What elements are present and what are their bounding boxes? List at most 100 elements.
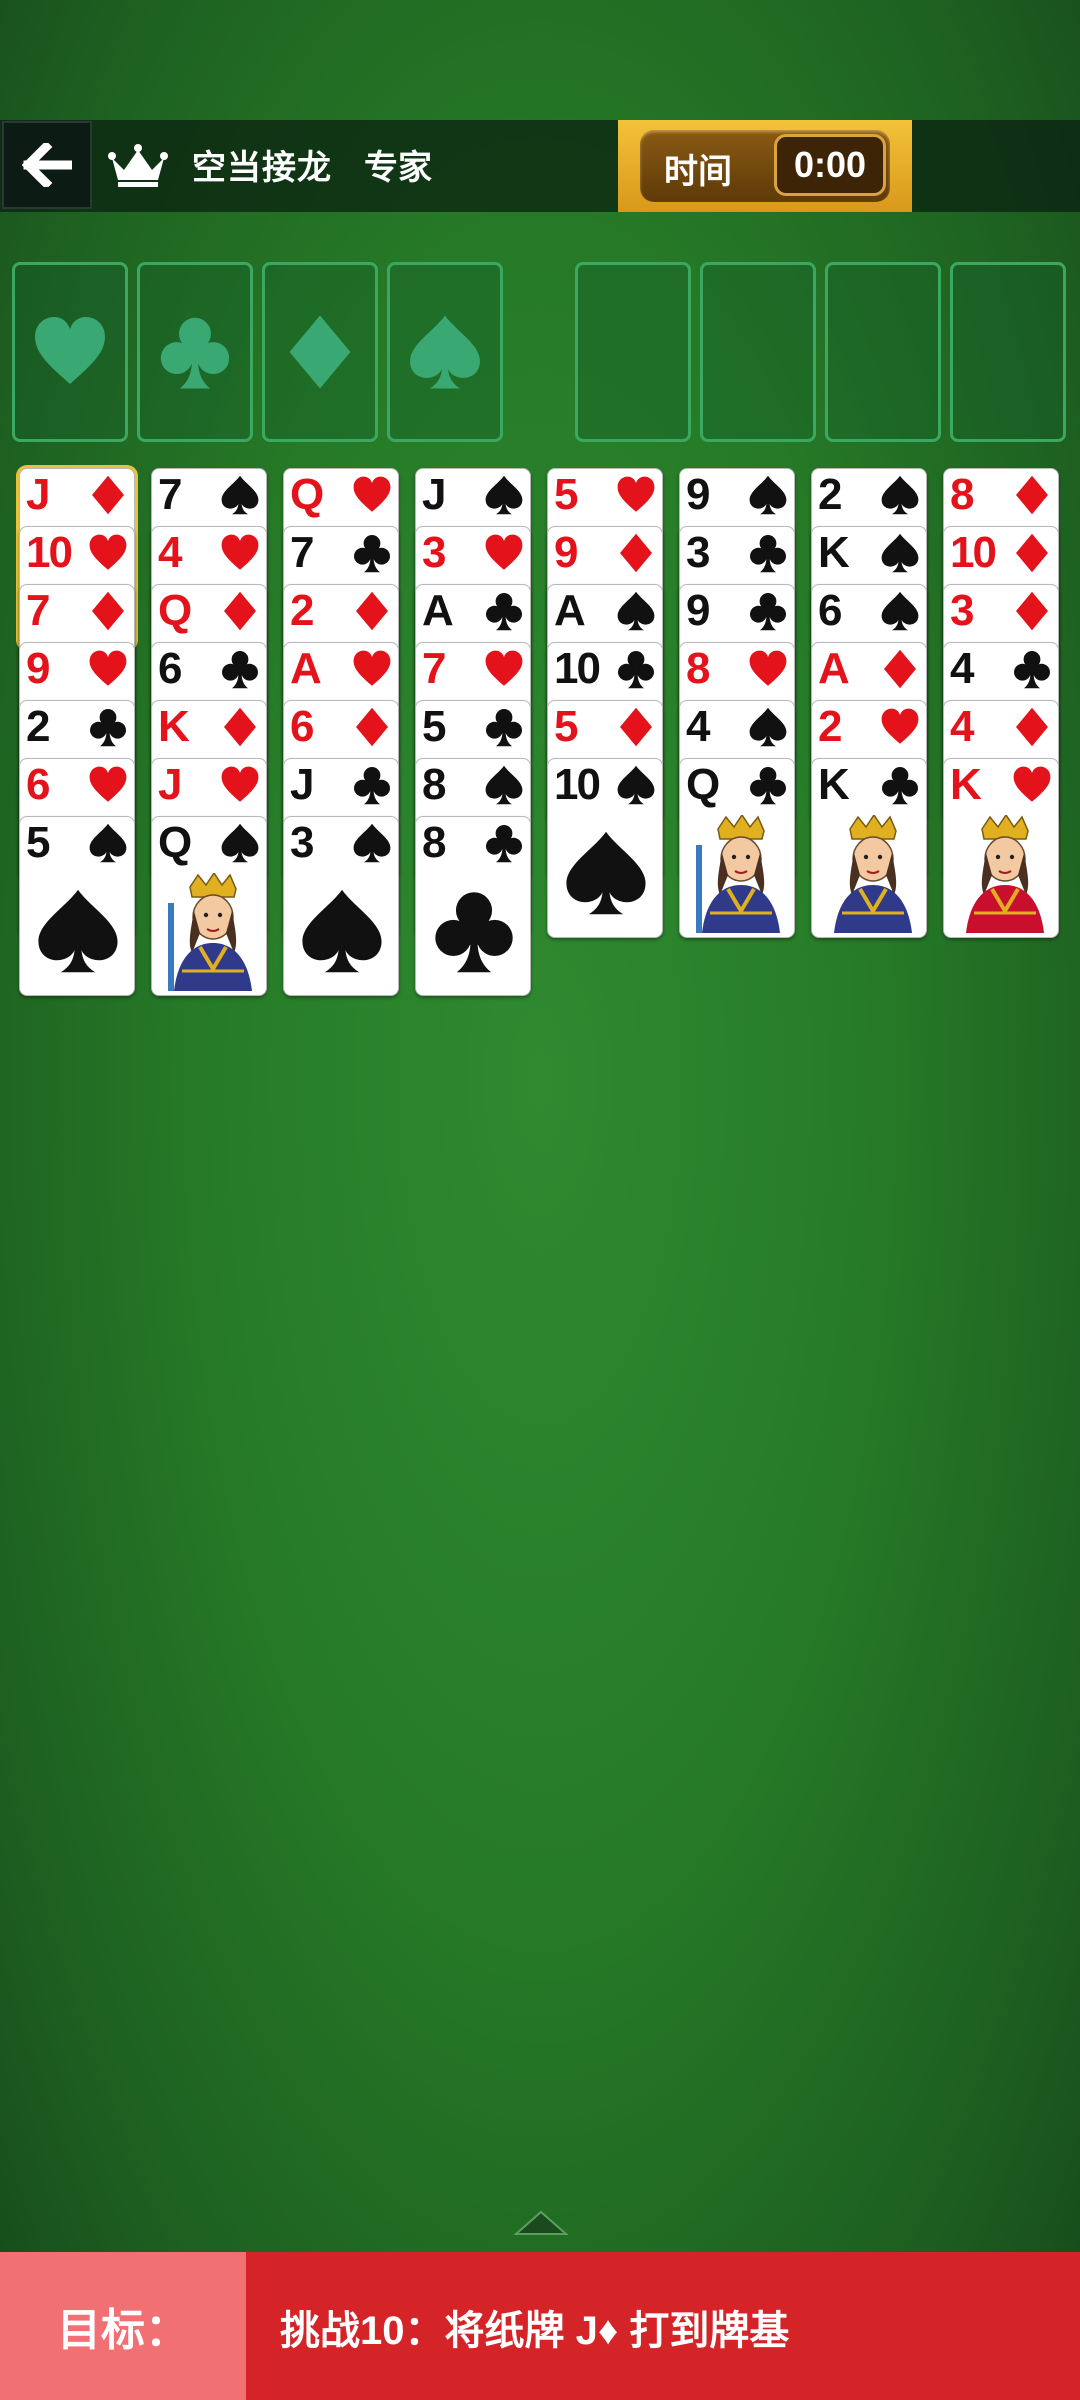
diamond-icon (92, 591, 124, 631)
card-rank: 6 (158, 644, 183, 693)
spade-icon (221, 475, 259, 515)
card-rank: 9 (686, 586, 711, 635)
free-cell[interactable] (575, 262, 691, 442)
card-rank: A (290, 644, 322, 693)
goal-bar: 目标： 挑战10：将纸牌 J♦ 打到牌基 (0, 2252, 1080, 2400)
heart-icon (35, 317, 105, 384)
heart-icon (353, 650, 391, 686)
card[interactable]: K (943, 758, 1059, 938)
card-rank: 2 (290, 586, 315, 635)
foundation-heart[interactable] (12, 262, 128, 442)
face-card-art (688, 815, 788, 933)
timer-value: 0:00 (774, 134, 886, 196)
free-cell[interactable] (950, 262, 1066, 442)
card[interactable]: K (811, 758, 927, 938)
card-rank: 5 (422, 702, 447, 751)
card-rank: 4 (686, 702, 711, 751)
club-icon (882, 767, 918, 805)
card-rank: 6 (26, 760, 51, 809)
card[interactable]: 8 (415, 816, 531, 996)
spade-icon (353, 823, 391, 863)
diamond-icon (1016, 707, 1048, 747)
card-rank: 8 (686, 644, 711, 693)
card[interactable]: Q (679, 758, 795, 938)
diamond-icon (1016, 591, 1048, 631)
card-rank: 7 (290, 528, 315, 577)
card-rank: 2 (26, 702, 51, 751)
card-rank: Q (290, 470, 324, 519)
club-icon (618, 651, 654, 689)
card-rank: K (950, 760, 982, 809)
card-rank: J (158, 760, 183, 809)
timer-label: 时间 (664, 153, 732, 191)
foundation-club[interactable] (137, 262, 253, 442)
card-rank: 8 (950, 470, 975, 519)
chevron-up-icon[interactable] (514, 2208, 568, 2236)
card-rank: J (422, 470, 447, 519)
club-icon (750, 535, 786, 573)
spade-icon (749, 475, 787, 515)
spade-icon (881, 475, 919, 515)
card-rank: A (422, 586, 454, 635)
spade-icon (749, 707, 787, 747)
heart-icon (89, 534, 127, 570)
card-rank: A (554, 586, 586, 635)
face-card-art (952, 815, 1052, 933)
diamond-icon (620, 707, 652, 747)
club-icon (1014, 651, 1050, 689)
spade-icon (617, 765, 655, 805)
heart-icon (749, 650, 787, 686)
goal-label: 目标： (0, 2252, 246, 2400)
heart-icon (353, 476, 391, 512)
foundation-spade[interactable] (387, 262, 503, 442)
free-cell[interactable] (825, 262, 941, 442)
card-rank: 4 (158, 528, 183, 577)
spade-icon (38, 889, 118, 973)
diamond-icon (1016, 533, 1048, 573)
card[interactable]: 5 (19, 816, 135, 996)
card-rank: 9 (554, 528, 579, 577)
spade-icon (221, 823, 259, 863)
game-title: 空当接龙 (192, 149, 332, 187)
card-rank: Q (158, 586, 192, 635)
card-rank: 3 (686, 528, 711, 577)
foundation-diamond[interactable] (262, 262, 378, 442)
club-icon (354, 767, 390, 805)
card-rank: 5 (554, 702, 579, 751)
card-rank: 4 (950, 702, 975, 751)
difficulty-label: 专家 (364, 149, 432, 187)
spade-icon (89, 823, 127, 863)
spade-icon (485, 475, 523, 515)
club-icon (435, 892, 513, 973)
card-rank: 8 (422, 818, 447, 867)
card-rank: 10 (26, 528, 73, 577)
free-cell[interactable] (700, 262, 816, 442)
spade-icon (410, 315, 480, 389)
card-rank: 3 (422, 528, 447, 577)
card[interactable]: 3 (283, 816, 399, 996)
club-icon (750, 593, 786, 631)
card-rank: 10 (950, 528, 997, 577)
diamond-icon (224, 707, 256, 747)
timer-panel: 时间 0:00 (618, 120, 912, 212)
spade-icon (617, 591, 655, 631)
card-rank: 9 (686, 470, 711, 519)
heart-icon (221, 534, 259, 570)
card[interactable]: Q (151, 816, 267, 996)
card-rank: 4 (950, 644, 975, 693)
card-rank: 3 (950, 586, 975, 635)
diamond-icon (884, 649, 916, 689)
card-rank: 3 (290, 818, 315, 867)
card-rank: K (818, 528, 850, 577)
timer-inner: 时间 0:00 (640, 130, 890, 202)
heart-icon (221, 766, 259, 802)
back-button[interactable] (2, 121, 92, 209)
card-rank: 6 (818, 586, 843, 635)
diamond-icon (224, 591, 256, 631)
club-icon (222, 651, 258, 689)
spade-icon (485, 765, 523, 805)
card[interactable]: 10 (547, 758, 663, 938)
goal-text: 挑战10：将纸牌 J♦ 打到牌基 (280, 2309, 790, 2353)
card-rank: 10 (554, 644, 601, 693)
card-rank: J (26, 470, 51, 519)
